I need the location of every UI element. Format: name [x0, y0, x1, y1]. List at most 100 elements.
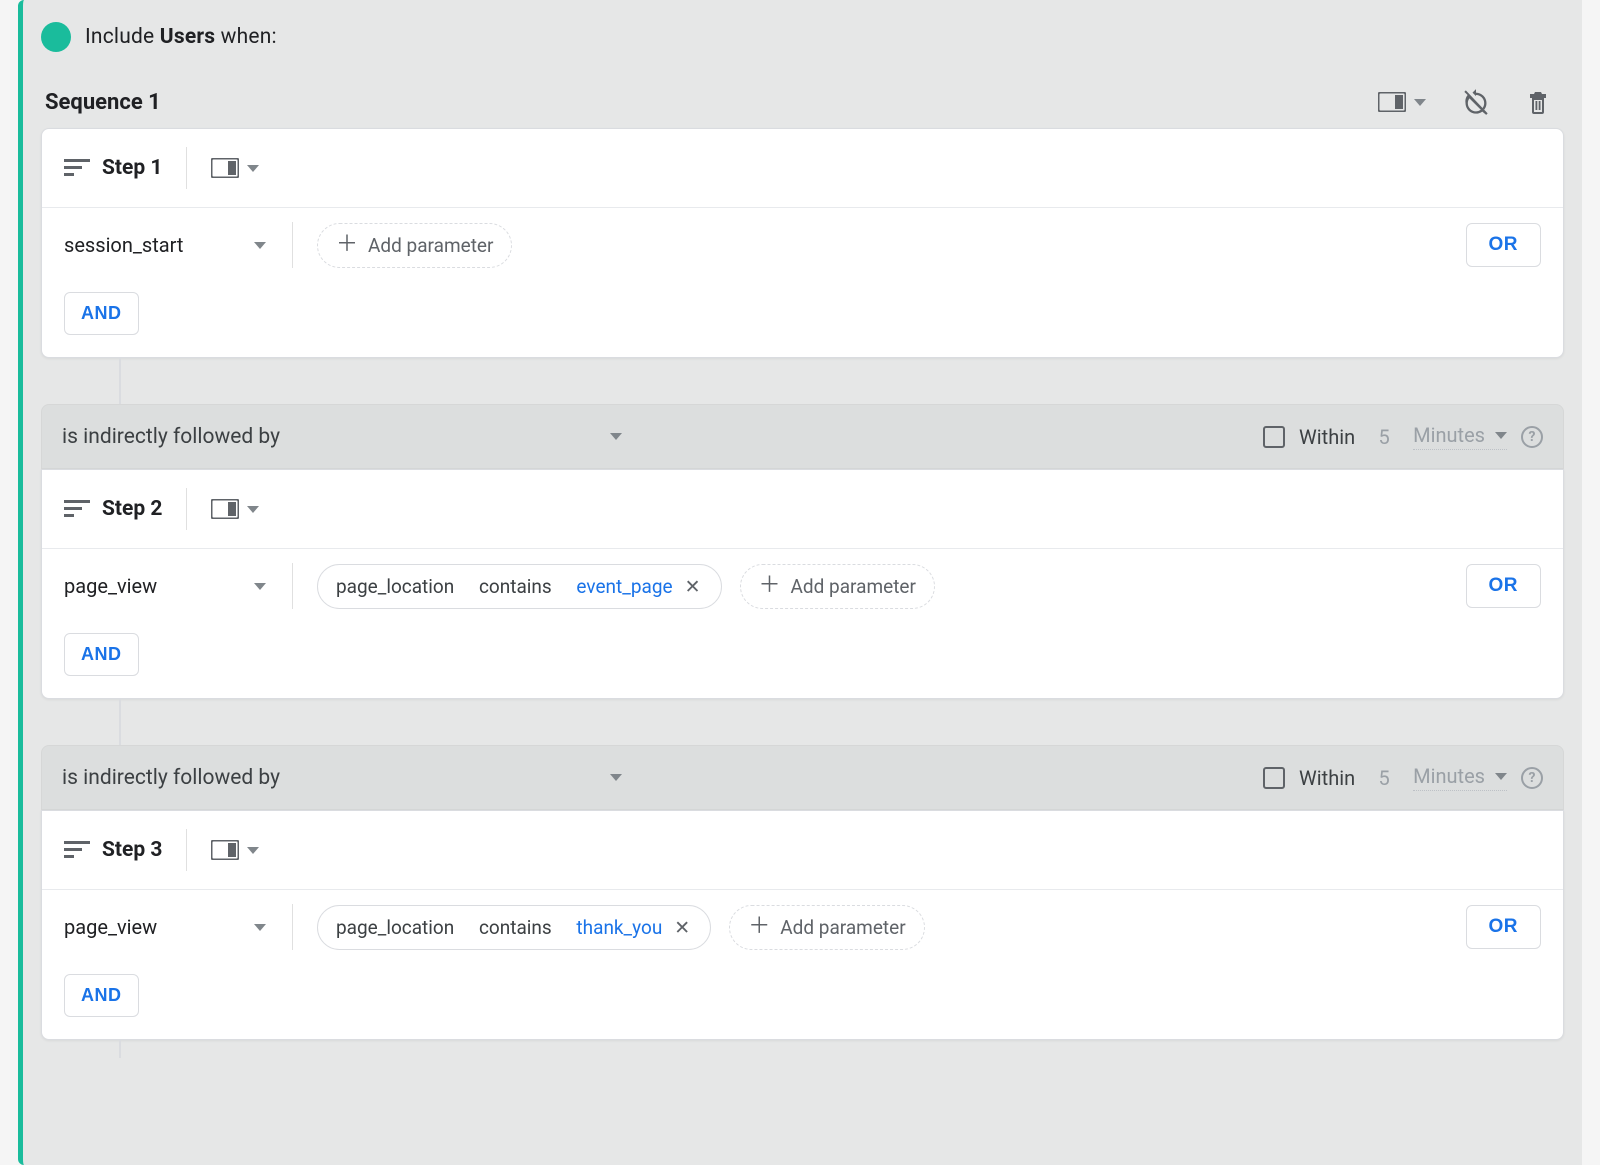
- within-unit-label: Minutes: [1413, 764, 1485, 788]
- step-scope-toggle[interactable]: [211, 499, 259, 519]
- or-button[interactable]: OR: [1466, 905, 1542, 949]
- add-parameter-button[interactable]: ＋ Add parameter: [317, 223, 512, 268]
- step-scope-toggle[interactable]: [211, 158, 259, 178]
- within-unit-select[interactable]: Minutes: [1413, 764, 1507, 791]
- within-label: Within: [1299, 425, 1355, 449]
- chevron-down-icon: [254, 242, 266, 249]
- chevron-down-icon: [1414, 99, 1426, 106]
- sequence-controls: [1378, 88, 1560, 116]
- followed-by-label: is indirectly followed by: [62, 766, 280, 790]
- and-row: AND: [42, 964, 1563, 1039]
- divider: [186, 488, 187, 530]
- connector-line: [119, 699, 121, 745]
- add-parameter-button[interactable]: ＋ Add parameter: [740, 564, 935, 609]
- criteria-row: page_view page_location contains event_p…: [42, 548, 1563, 623]
- step-label: Step 1: [64, 156, 162, 180]
- event-select[interactable]: page_view: [64, 564, 274, 608]
- followed-by-select[interactable]: is indirectly followed by: [62, 766, 622, 790]
- trash-icon[interactable]: [1526, 89, 1550, 115]
- criteria-row: session_start ＋ Add parameter OR: [42, 207, 1563, 282]
- chevron-down-icon: [247, 165, 259, 172]
- step-header: Step 3: [42, 811, 1563, 889]
- scope-icon: [211, 499, 239, 519]
- event-name: page_view: [64, 915, 157, 939]
- step-label: Step 3: [64, 838, 162, 862]
- chevron-down-icon: [1495, 773, 1507, 780]
- or-button[interactable]: OR: [1466, 223, 1542, 267]
- chip-value: event_page: [576, 575, 672, 598]
- and-row: AND: [42, 623, 1563, 698]
- add-parameter-button[interactable]: ＋ Add parameter: [729, 905, 924, 950]
- within-value[interactable]: 5: [1369, 425, 1399, 449]
- or-button[interactable]: OR: [1466, 564, 1542, 608]
- and-row: AND: [42, 282, 1563, 357]
- step-card-3: Step 3 page_view page_location cont: [41, 810, 1564, 1040]
- event-name: page_view: [64, 574, 157, 598]
- chevron-down-icon: [247, 506, 259, 513]
- step-header: Step 1: [42, 129, 1563, 207]
- within-checkbox[interactable]: [1263, 767, 1285, 789]
- divider: [186, 829, 187, 871]
- within-value[interactable]: 5: [1369, 766, 1399, 790]
- chip-remove-icon[interactable]: ✕: [683, 575, 703, 598]
- scope-icon: [211, 840, 239, 860]
- and-button[interactable]: AND: [64, 974, 139, 1017]
- chip-field: page_location: [336, 575, 454, 598]
- followed-by-bar: is indirectly followed by Within 5 Minut…: [41, 745, 1564, 810]
- step-title: Step 3: [102, 838, 162, 862]
- step-header: Step 2: [42, 470, 1563, 548]
- step-card-2: Step 2 page_view page_location cont: [41, 469, 1564, 699]
- sort-icon: [64, 159, 90, 177]
- divider: [292, 904, 293, 950]
- followed-by-label: is indirectly followed by: [62, 425, 280, 449]
- and-button[interactable]: AND: [64, 633, 139, 676]
- add-parameter-label: Add parameter: [368, 234, 493, 257]
- segment-builder-panel: Include Users when: Sequence 1: [18, 0, 1582, 1165]
- step-scope-toggle[interactable]: [211, 840, 259, 860]
- parameter-chip[interactable]: page_location contains thank_you ✕: [317, 905, 711, 950]
- chip-field: page_location: [336, 916, 454, 939]
- include-suffix: when:: [221, 25, 277, 49]
- scope-icon: [211, 158, 239, 178]
- sort-icon: [64, 841, 90, 859]
- add-parameter-label: Add parameter: [791, 575, 916, 598]
- followed-by-bar: is indirectly followed by Within 5 Minut…: [41, 404, 1564, 469]
- criteria-row: page_view page_location contains thank_y…: [42, 889, 1563, 964]
- chevron-down-icon: [1495, 432, 1507, 439]
- within-unit-label: Minutes: [1413, 423, 1485, 447]
- within-unit-select[interactable]: Minutes: [1413, 423, 1507, 450]
- followed-by-select[interactable]: is indirectly followed by: [62, 425, 622, 449]
- divider: [292, 222, 293, 268]
- chevron-down-icon: [254, 583, 266, 590]
- include-indicator-dot: [41, 22, 71, 52]
- timer-off-icon[interactable]: [1462, 88, 1490, 116]
- include-text: Include Users when:: [85, 25, 277, 49]
- step-title: Step 1: [102, 156, 162, 180]
- event-name: session_start: [64, 233, 183, 257]
- connector-line: [119, 358, 121, 404]
- chip-op: contains: [479, 575, 552, 598]
- sequence-title: Sequence 1: [45, 90, 161, 115]
- sequence-header: Sequence 1: [41, 58, 1564, 128]
- include-prefix: Include: [85, 25, 154, 49]
- step-title: Step 2: [102, 497, 162, 521]
- chip-value: thank_you: [576, 916, 662, 939]
- parameter-chip[interactable]: page_location contains event_page ✕: [317, 564, 722, 609]
- connector-line: [119, 1040, 121, 1058]
- within-checkbox[interactable]: [1263, 426, 1285, 448]
- event-select[interactable]: session_start: [64, 223, 274, 267]
- chip-op: contains: [479, 916, 552, 939]
- chevron-down-icon: [610, 433, 622, 440]
- add-parameter-label: Add parameter: [780, 916, 905, 939]
- event-select[interactable]: page_view: [64, 905, 274, 949]
- and-button[interactable]: AND: [64, 292, 139, 335]
- help-icon[interactable]: ?: [1521, 767, 1543, 789]
- step-card-1: Step 1 session_start ＋ Add: [41, 128, 1564, 358]
- include-subject: Users: [160, 25, 215, 49]
- divider: [186, 147, 187, 189]
- chip-remove-icon[interactable]: ✕: [672, 916, 692, 939]
- divider: [292, 563, 293, 609]
- help-icon[interactable]: ?: [1521, 426, 1543, 448]
- sequence-scope-toggle[interactable]: [1378, 92, 1426, 112]
- step-label: Step 2: [64, 497, 162, 521]
